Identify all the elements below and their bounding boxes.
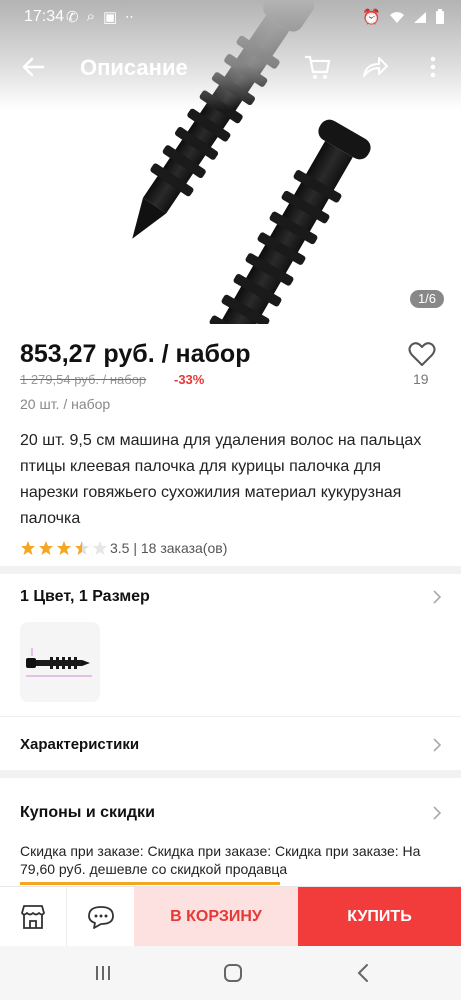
rating-stars — [20, 538, 108, 558]
old-price: 1 279,54 руб. / набор — [20, 372, 147, 387]
coupon-text: Скидка при заказе: Скидка при заказе: Ск… — [20, 843, 421, 877]
coupons-title: Купоны и скидки — [20, 804, 155, 821]
star-half-icon — [75, 541, 89, 555]
star-empty-icon — [93, 541, 107, 555]
product-price: 853,27 руб. / набор — [20, 340, 251, 368]
status-icons-left: ✆ ⌕ ▣ ∙∙ — [66, 8, 134, 26]
heart-icon[interactable] — [408, 340, 436, 368]
page-title: Описание — [80, 55, 188, 80]
section-divider — [0, 770, 461, 778]
variants-row[interactable]: 1 Цвет, 1 Размер — [0, 580, 461, 614]
chat-icon — [88, 906, 114, 929]
add-to-cart-button[interactable]: В КОРЗИНУ — [134, 887, 298, 947]
store-icon — [21, 905, 45, 929]
chat-button[interactable] — [66, 887, 135, 947]
variant-thumbnail[interactable] — [20, 622, 100, 702]
dots-icon: ∙∙ — [125, 8, 134, 25]
signal-icon — [414, 11, 426, 23]
back-icon[interactable] — [356, 962, 370, 984]
call-icon: ✆ — [66, 9, 79, 26]
coupons-row[interactable]: Купоны и скидки — [0, 794, 461, 830]
image-icon: ▣ — [102, 9, 118, 26]
battery-icon — [436, 9, 444, 24]
row-divider — [0, 716, 461, 717]
more-options-icon[interactable] — [426, 52, 440, 82]
wishlist-count: 19 — [413, 371, 429, 387]
section-divider — [0, 566, 461, 574]
home-icon[interactable] — [222, 962, 244, 984]
status-time: 17:34 — [24, 8, 65, 25]
chevron-right-icon — [433, 590, 442, 604]
variant-image — [26, 648, 92, 677]
star-full-icon — [39, 541, 53, 555]
coupon-underline — [20, 882, 280, 885]
action-bar: В КОРЗИНУ КУПИТЬ — [0, 886, 461, 947]
chevron-right-icon — [433, 738, 442, 752]
app-bar: Описание — [0, 42, 461, 92]
system-nav-bar — [0, 946, 461, 1000]
star-full-icon — [21, 541, 35, 555]
unit-info: 20 шт. / набор — [20, 396, 111, 412]
store-button[interactable] — [0, 887, 66, 947]
cart-icon[interactable] — [302, 52, 332, 82]
star-full-icon — [57, 541, 71, 555]
wifi-icon — [390, 11, 404, 23]
recent-apps-icon[interactable] — [94, 964, 112, 982]
status-bar: 17:34 ✆ ⌕ ▣ ∙∙ ⏰ — [0, 0, 461, 34]
variants-title: 1 Цвет, 1 Размер — [20, 588, 150, 605]
image-counter: 1/6 — [410, 290, 444, 308]
alarm-icon: ⏰ — [362, 9, 381, 26]
rating-summary: 3.5 | 18 заказа(ов) — [110, 540, 228, 556]
specs-row[interactable]: Характеристики — [0, 726, 461, 762]
buy-now-button[interactable]: КУПИТЬ — [298, 887, 461, 947]
share-icon[interactable] — [360, 52, 390, 82]
status-icons-right: ⏰ — [362, 8, 445, 26]
product-title: 20 шт. 9,5 см машина для удаления волос … — [20, 432, 422, 527]
back-arrow-icon[interactable] — [18, 52, 48, 82]
specs-title: Характеристики — [20, 736, 140, 753]
chevron-right-icon — [433, 806, 442, 820]
discount-badge: -33% — [174, 372, 205, 387]
search-icon: ⌕ — [86, 8, 95, 25]
